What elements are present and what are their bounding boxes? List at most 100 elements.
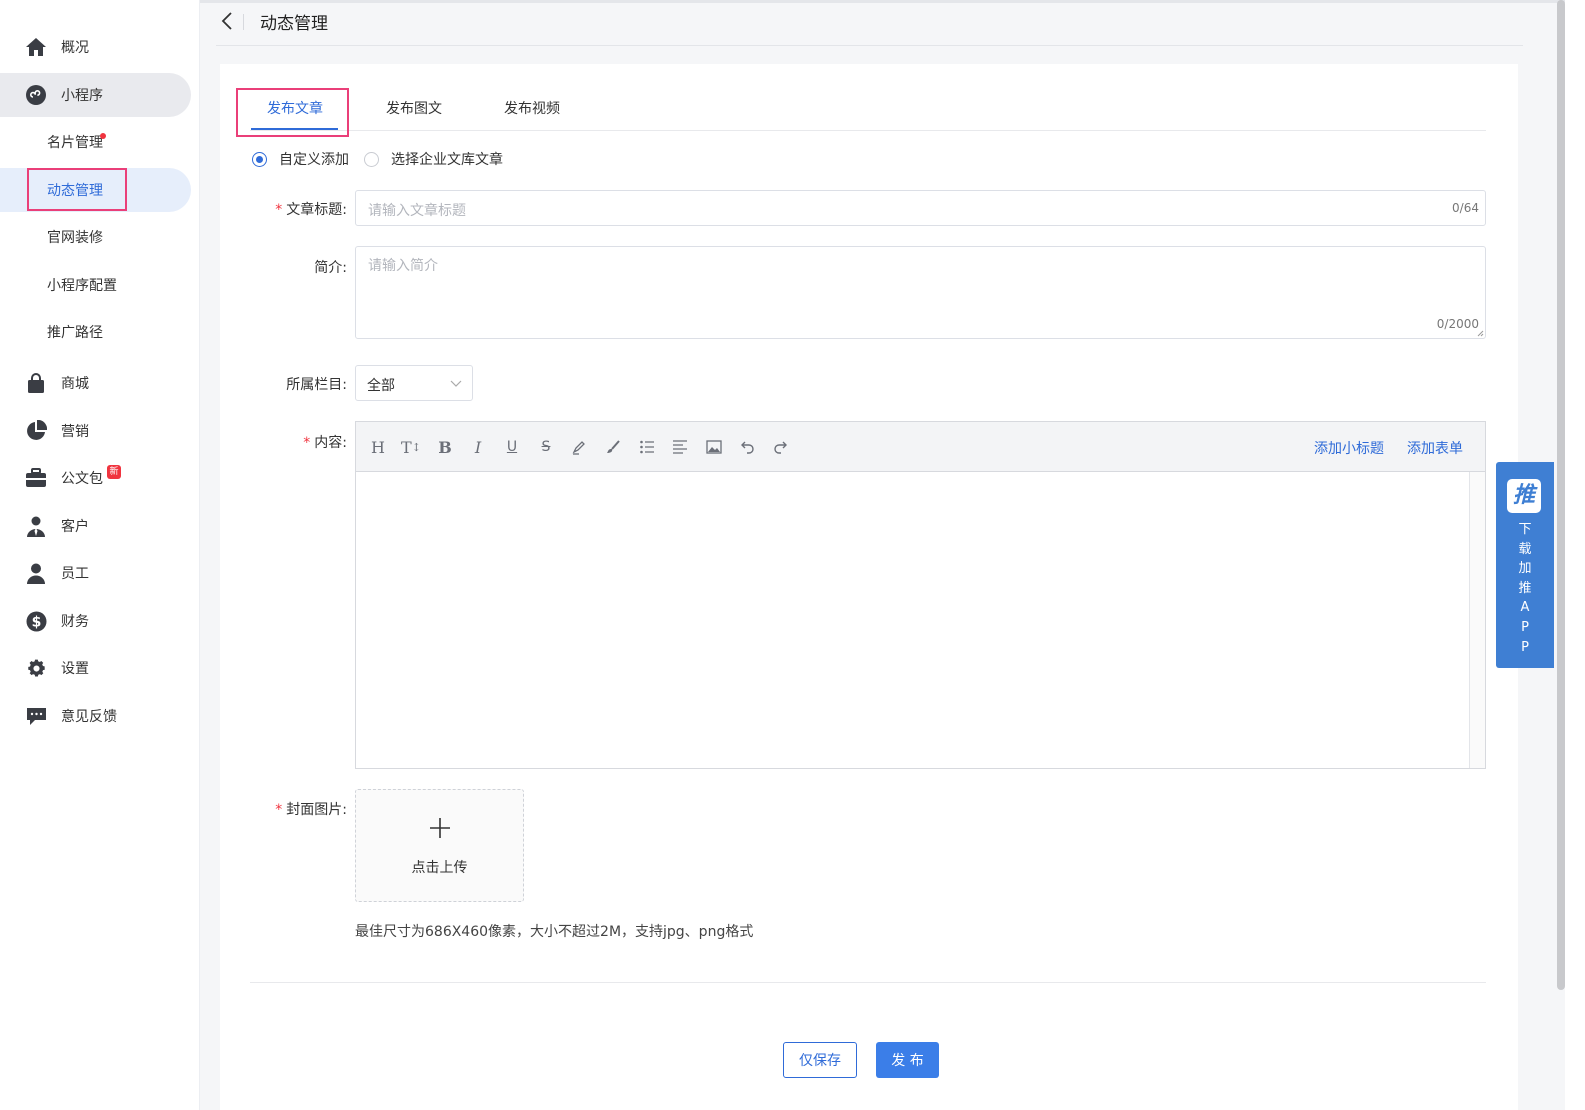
sidebar-item-label: 公文包 [61,471,103,487]
tab-publish-image-text[interactable]: 发布图文 [386,98,442,118]
new-badge: 新 [107,465,121,479]
header-divider [216,45,1523,46]
list-icon[interactable] [636,436,658,458]
title-label: * 文章标题: [237,199,347,219]
undo-icon[interactable] [736,436,758,458]
content-label-text: 内容: [314,435,347,451]
editor-scrollbar[interactable] [1469,472,1485,768]
header-separator [243,14,244,30]
align-icon[interactable] [669,436,691,458]
column-select[interactable]: 全部 [355,365,473,401]
radio-circle [364,151,379,167]
sidebar-item-label: 概况 [61,40,89,56]
image-icon[interactable] [703,436,725,458]
sidebar-item-marketing[interactable]: 营销 [0,409,191,453]
sidebar-item-staff[interactable]: 员工 [0,551,191,595]
dollar-icon: $ [25,610,47,632]
scrollbar-thumb[interactable] [1557,0,1565,990]
shopping-bag-icon [25,372,47,394]
bold-icon[interactable]: B [434,436,456,458]
highlight-box [27,168,127,211]
svg-text:$: $ [31,614,41,630]
home-icon [25,36,47,58]
sidebar-item-customer[interactable]: 客户 [0,504,191,548]
sidebar-item-finance[interactable]: $ 财务 [0,599,191,643]
sidebar-item-settings[interactable]: 设置 [0,646,191,690]
radio-label: 自定义添加 [279,152,349,168]
summary-char-count: 0/2000 [1436,317,1479,331]
sidebar-item-label: 设置 [61,661,89,677]
mini-program-icon [25,84,47,106]
column-label: 所属栏目: [286,377,347,393]
cover-label: * 封面图片: [237,799,347,819]
summary-label: 简介: [314,260,347,276]
highlighter-icon[interactable] [568,436,590,458]
italic-icon[interactable]: I [467,436,489,458]
resize-handle-icon[interactable] [1477,330,1484,337]
back-button[interactable] [216,9,240,33]
redo-icon[interactable] [770,436,792,458]
plus-icon [430,818,450,838]
editor-content-area[interactable] [356,472,1469,768]
radio-circle [252,151,267,167]
sidebar-item-label: 意见反馈 [61,709,117,725]
underline-icon[interactable]: U [501,436,523,458]
sidebar-subitem-website-decoration[interactable]: 官网装修 [0,215,191,259]
sidebar-subitem-card-management[interactable]: 名片管理 [0,120,191,164]
page-scrollbar[interactable] [1556,0,1566,990]
cover-upload[interactable]: 点击上传 [355,789,524,902]
page-header: 动态管理 [200,0,1565,46]
required-mark: * [275,202,283,218]
radio-label: 选择企业文库文章 [391,152,503,168]
title-label-text: 文章标题: [286,202,347,218]
brush-icon[interactable] [602,436,624,458]
sidebar-item-label: 员工 [61,566,89,582]
sidebar-subitem-label: 官网装修 [47,230,103,246]
download-app-panel[interactable]: 推 下载加推APP [1496,462,1554,668]
sidebar-item-label: 营销 [61,424,89,440]
briefcase-icon [25,467,47,489]
text-size-icon[interactable]: T ↕ [400,436,422,458]
radio-custom-add[interactable]: 自定义添加 [252,150,349,168]
sidebar-item-feedback[interactable]: 意见反馈 [0,694,191,738]
customer-icon [25,515,47,537]
sidebar-subitem-promotion-path[interactable]: 推广路径 [0,310,191,354]
download-app-text: 下载加推APP [1518,522,1532,655]
content-label: * 内容: [237,432,347,452]
article-title-input[interactable]: 请输入文章标题 0/64 [355,190,1486,226]
highlight-box [236,88,349,137]
sidebar-subitem-label: 推广路径 [47,325,103,341]
sidebar: 概况 小程序 名片管理 动态管理 官网装修 小程序配置 推广路径 商城 营销 公… [0,0,200,1110]
pie-chart-icon [25,420,47,442]
save-only-button[interactable]: 仅保存 [783,1042,857,1078]
add-subtitle-link[interactable]: 添加小标题 [1314,438,1384,458]
heading-icon[interactable]: H [367,436,389,458]
radio-select-library-article[interactable]: 选择企业文库文章 [364,150,503,168]
summary-textarea[interactable]: 请输入简介 0/2000 [355,246,1486,339]
cover-hint: 最佳尺寸为686X460像素，大小不超过2M，支持jpg、png格式 [355,924,754,940]
sidebar-item-briefcase[interactable]: 公文包 新 [0,456,191,500]
chevron-left-icon [221,12,232,30]
sidebar-subitem-mini-program-config[interactable]: 小程序配置 [0,263,191,307]
sidebar-subitem-label: 小程序配置 [47,278,117,294]
sidebar-item-mini-program[interactable]: 小程序 [0,73,191,117]
upload-text: 点击上传 [411,860,468,876]
add-form-link[interactable]: 添加表单 [1407,438,1463,458]
feedback-icon [25,705,47,727]
app-logo: 推 [1507,479,1541,513]
sidebar-item-mall[interactable]: 商城 [0,361,191,405]
tab-publish-video[interactable]: 发布视频 [504,98,560,118]
sidebar-item-overview[interactable]: 概况 [0,25,191,69]
publish-button[interactable]: 发 布 [876,1042,939,1078]
sidebar-item-label: 客户 [61,519,89,535]
required-mark: * [275,802,283,818]
strikethrough-icon[interactable]: S [535,436,557,458]
column-selected-value: 全部 [367,378,395,394]
title-placeholder: 请输入文章标题 [368,203,466,219]
page-title: 动态管理 [260,14,328,34]
cover-label-text: 封面图片: [286,802,347,818]
footer-divider [250,982,1486,983]
title-char-count: 0/64 [1452,201,1479,215]
sidebar-item-label: 小程序 [61,88,103,104]
notification-dot [100,133,106,139]
